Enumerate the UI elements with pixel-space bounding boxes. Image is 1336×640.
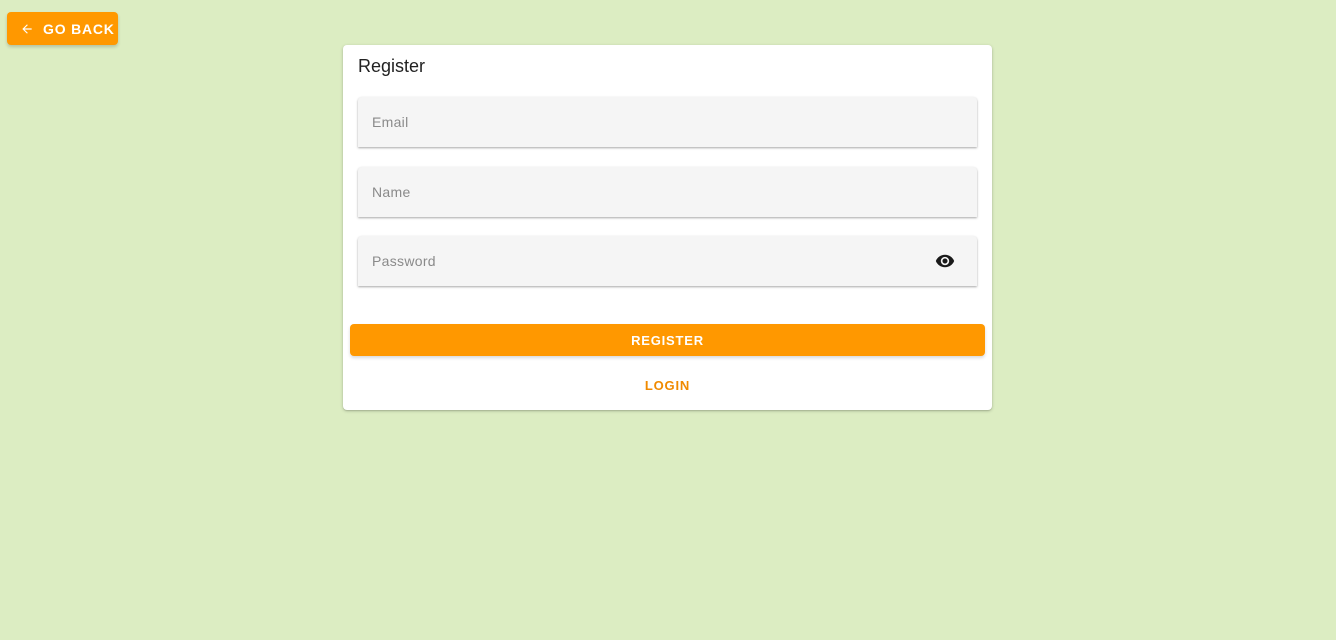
go-back-button[interactable]: GO BACK bbox=[7, 12, 118, 45]
email-field[interactable] bbox=[358, 97, 977, 147]
arrow-left-icon bbox=[20, 22, 34, 36]
form-title: Register bbox=[358, 56, 426, 76]
name-field[interactable] bbox=[358, 167, 977, 217]
password-input[interactable] bbox=[358, 236, 977, 286]
name-input[interactable] bbox=[358, 167, 977, 217]
go-back-label: GO BACK bbox=[43, 20, 115, 37]
password-field[interactable] bbox=[358, 236, 977, 286]
eye-icon[interactable] bbox=[934, 251, 956, 271]
email-input[interactable] bbox=[358, 97, 977, 147]
register-button[interactable]: REGISTER bbox=[350, 324, 985, 356]
register-card: Register REGISTER LOGIN bbox=[343, 45, 992, 410]
login-link[interactable]: LOGIN bbox=[343, 378, 992, 393]
